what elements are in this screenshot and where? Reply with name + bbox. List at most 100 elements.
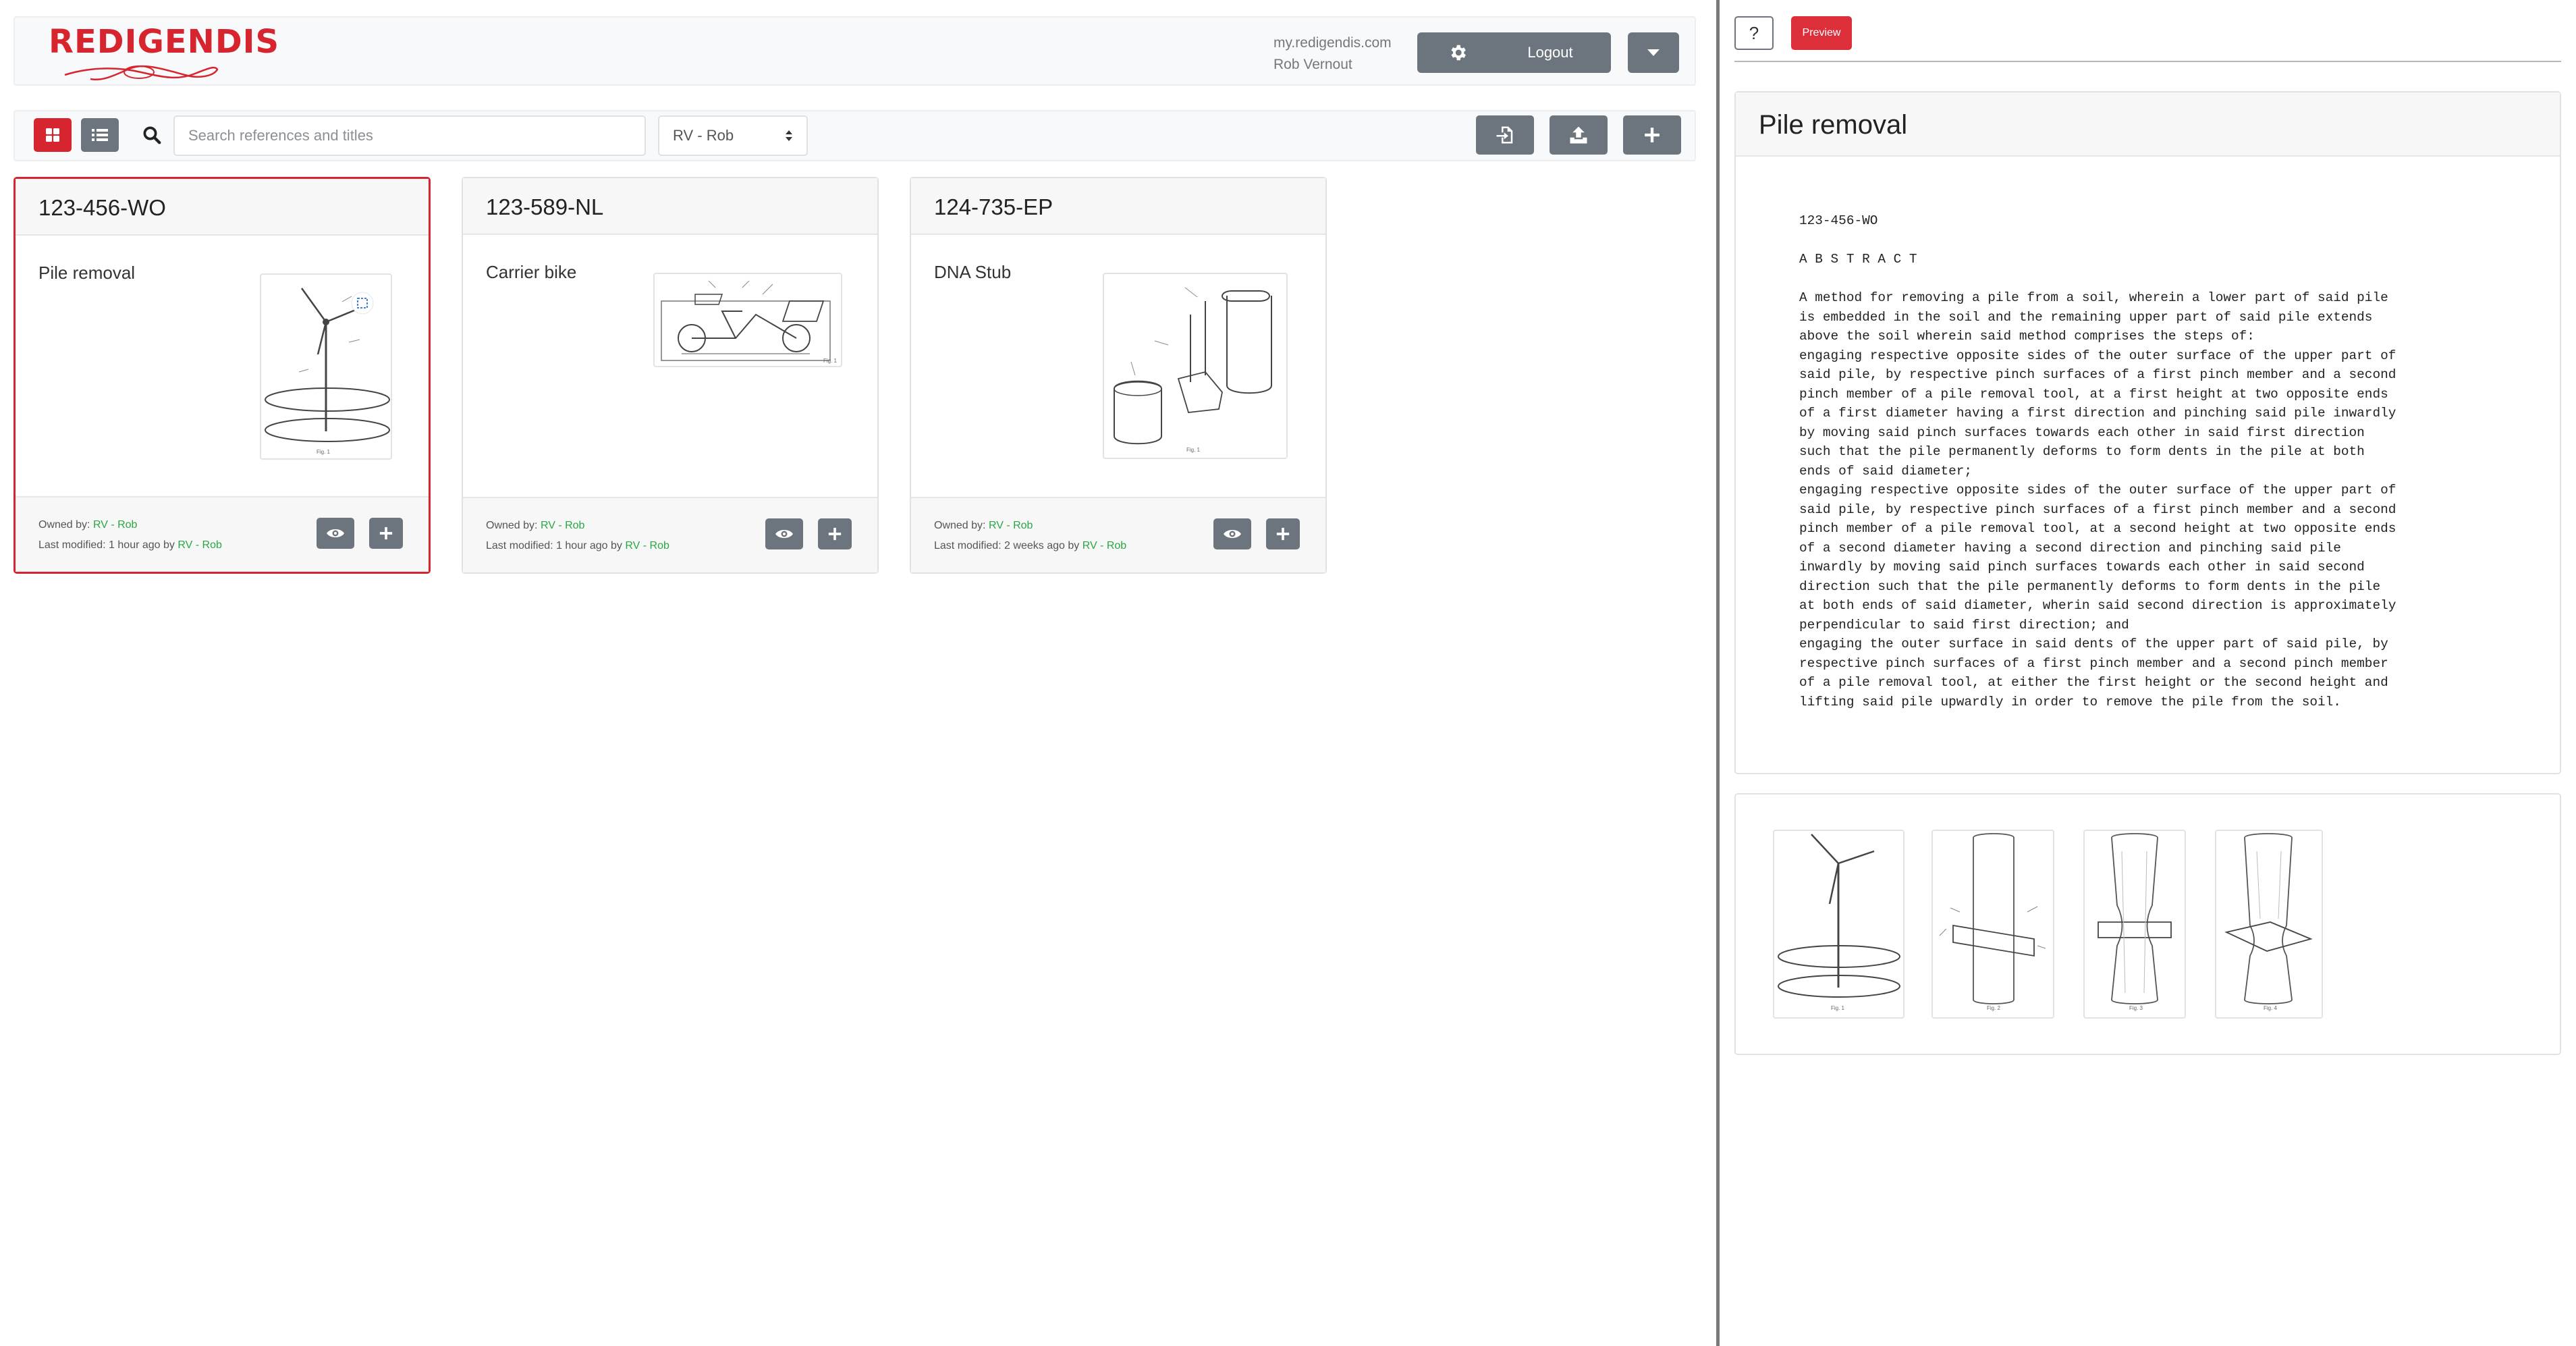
card-reference: 123-589-NL bbox=[463, 178, 877, 235]
figure-thumbnail[interactable]: Fig. 2 bbox=[1931, 830, 2054, 1019]
modified-label: Last modified: 1 hour ago by bbox=[38, 539, 178, 551]
figure-thumbnail[interactable]: Fig. 4 bbox=[2215, 830, 2323, 1019]
plus-icon bbox=[828, 527, 842, 541]
figure-caption: Fig. 2 bbox=[1987, 1005, 2001, 1011]
card-title: DNA Stub bbox=[934, 262, 1012, 282]
view-button[interactable] bbox=[1213, 518, 1251, 549]
card-thumbnail[interactable]: Fig. 1 bbox=[653, 273, 842, 367]
add-button[interactable] bbox=[818, 518, 852, 549]
preview-title: Pile removal bbox=[1736, 92, 2560, 157]
card-modified: Last modified: 1 hour ago by RV - Rob bbox=[486, 540, 669, 552]
owner-filter-select[interactable]: RV - Rob bbox=[658, 115, 808, 156]
card-fig-caption: Fig. 1 bbox=[317, 449, 331, 455]
grid-icon bbox=[46, 128, 59, 142]
owner-link[interactable]: RV - Rob bbox=[541, 520, 585, 531]
card-thumbnail[interactable]: Fig. 1 bbox=[260, 273, 392, 460]
view-button[interactable] bbox=[765, 518, 803, 549]
plus-icon bbox=[1276, 527, 1290, 541]
pile-lifting-figure-icon bbox=[2224, 833, 2313, 1004]
modified-label: Last modified: 2 weeks ago by bbox=[934, 540, 1083, 551]
plus-icon bbox=[379, 527, 393, 540]
plus-icon bbox=[1645, 128, 1660, 142]
eye-icon bbox=[775, 530, 793, 538]
card-owner: Owned by: RV - Rob bbox=[38, 519, 137, 531]
list-toolbar: RV - Rob bbox=[13, 110, 1696, 161]
carrier-bike-drawing-icon bbox=[661, 280, 831, 361]
settings-button[interactable] bbox=[1417, 32, 1498, 73]
modified-by-link[interactable]: RV - Rob bbox=[1083, 540, 1127, 551]
modified-by-link[interactable]: RV - Rob bbox=[625, 540, 669, 551]
owned-label: Owned by: bbox=[38, 519, 93, 531]
card-footer: Owned by: RV - Rob Last modified: 1 hour… bbox=[16, 496, 429, 572]
card-owner: Owned by: RV - Rob bbox=[486, 520, 584, 532]
import-button[interactable] bbox=[1476, 115, 1534, 155]
card-fig-caption: Fig. 1 bbox=[1186, 447, 1201, 453]
file-import-icon bbox=[1496, 126, 1513, 144]
card-reference: 124-735-EP bbox=[911, 178, 1325, 235]
reference-card[interactable]: 124-735-EP DNA Stub Fig. 1 Owned by: RV … bbox=[910, 177, 1327, 574]
dented-pile-figure-icon bbox=[2098, 833, 2172, 1004]
logo-text: REDIGENDIS bbox=[49, 23, 280, 61]
figure-caption: Fig. 3 bbox=[2129, 1005, 2143, 1011]
owned-label: Owned by: bbox=[934, 520, 989, 531]
figure-caption: Fig. 4 bbox=[2264, 1005, 2278, 1011]
card-owner: Owned by: RV - Rob bbox=[934, 520, 1033, 532]
gear-icon bbox=[1451, 45, 1466, 61]
card-modified: Last modified: 2 weeks ago by RV - Rob bbox=[934, 540, 1126, 552]
divider bbox=[1734, 61, 2561, 62]
select-sort-icon bbox=[786, 130, 792, 141]
upload-button[interactable] bbox=[1550, 115, 1608, 155]
abstract-text: 123-456-WO A B S T R A C T A method for … bbox=[1799, 213, 2396, 709]
user-name: Rob Vernout bbox=[1273, 57, 1352, 72]
owner-link[interactable]: RV - Rob bbox=[93, 519, 138, 531]
reference-list-pane: REDIGENDIS my.redigendis.com Rob Vernout… bbox=[0, 0, 1713, 1346]
upload-icon bbox=[1570, 126, 1587, 144]
list-view-button[interactable] bbox=[81, 118, 119, 152]
user-menu-dropdown[interactable] bbox=[1628, 32, 1679, 73]
card-reference: 123-456-WO bbox=[16, 179, 429, 236]
user-domain: my.redigendis.com bbox=[1273, 35, 1392, 51]
owned-label: Owned by: bbox=[486, 520, 541, 531]
modified-label: Last modified: 1 hour ago by bbox=[486, 540, 626, 551]
caret-down-icon bbox=[1647, 49, 1660, 56]
card-thumbnail[interactable]: Fig. 1 bbox=[1103, 273, 1288, 459]
logout-button[interactable]: Logout bbox=[1489, 32, 1611, 73]
figure-thumbnail[interactable]: Fig. 3 bbox=[2083, 830, 2186, 1019]
card-fig-caption: Fig. 1 bbox=[823, 358, 838, 364]
preview-pane: ? Preview Pile removal 123-456-WO A B S … bbox=[1720, 0, 2576, 1346]
grid-view-button[interactable] bbox=[34, 118, 72, 152]
help-button[interactable]: ? bbox=[1734, 16, 1774, 50]
pile-clamp-figure-icon bbox=[1939, 833, 2046, 1004]
reference-card[interactable]: 123-456-WO Pile removal Fig. 1 Owned by:… bbox=[13, 177, 431, 574]
eye-icon bbox=[1224, 530, 1241, 538]
card-footer: Owned by: RV - Rob Last modified: 2 week… bbox=[911, 497, 1325, 572]
owner-link[interactable]: RV - Rob bbox=[989, 520, 1033, 531]
search-input[interactable] bbox=[173, 115, 646, 156]
abstract-card: Pile removal 123-456-WO A B S T R A C T … bbox=[1734, 91, 2561, 774]
app-header: REDIGENDIS my.redigendis.com Rob Vernout… bbox=[13, 16, 1696, 86]
dna-stub-drawing-icon bbox=[1114, 287, 1272, 445]
figure-thumbnail[interactable]: Fig. 1 bbox=[1773, 830, 1904, 1019]
add-button[interactable] bbox=[369, 518, 403, 549]
logo-swoosh-icon bbox=[64, 65, 219, 81]
modified-by-link[interactable]: RV - Rob bbox=[177, 539, 222, 551]
wind-turbine-drawing-icon bbox=[265, 288, 390, 442]
card-title: Carrier bike bbox=[486, 262, 577, 282]
list-icon bbox=[92, 129, 108, 141]
reference-card[interactable]: 123-589-NL Carrier bike Fig. 1 Owned by: bbox=[462, 177, 879, 574]
owner-filter-value: RV - Rob bbox=[673, 127, 734, 144]
eye-icon bbox=[327, 529, 344, 537]
add-button[interactable] bbox=[1266, 518, 1300, 549]
user-info: my.redigendis.com Rob Vernout bbox=[1273, 32, 1392, 76]
add-reference-button[interactable] bbox=[1623, 115, 1681, 155]
figures-card: Fig. 1 Fig. 2 Fig. 3 Fig. 4 bbox=[1734, 793, 2561, 1055]
card-modified: Last modified: 1 hour ago by RV - Rob bbox=[38, 539, 222, 551]
logo[interactable]: REDIGENDIS bbox=[35, 23, 279, 84]
card-footer: Owned by: RV - Rob Last modified: 1 hour… bbox=[463, 497, 877, 572]
search-icon bbox=[143, 126, 161, 144]
view-button[interactable] bbox=[317, 518, 354, 549]
preview-button[interactable]: Preview bbox=[1791, 16, 1852, 50]
wind-turbine-figure-icon bbox=[1778, 834, 1900, 998]
figure-caption: Fig. 1 bbox=[1831, 1005, 1845, 1011]
card-title: Pile removal bbox=[38, 263, 136, 283]
